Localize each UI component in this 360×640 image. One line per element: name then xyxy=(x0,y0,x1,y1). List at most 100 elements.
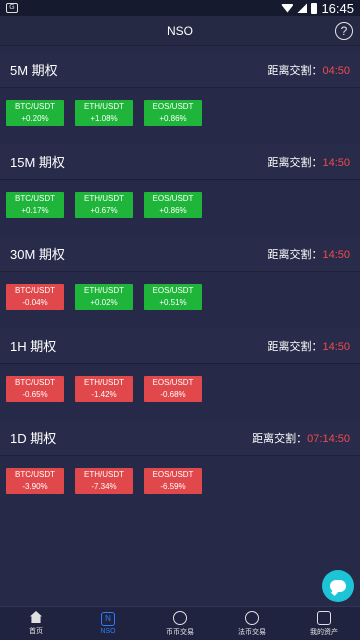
pair-change: +0.86% xyxy=(159,114,187,123)
pair-name: EOS/USDT xyxy=(152,378,194,387)
app-notification-icon: G xyxy=(6,3,18,13)
status-indicators: 16:45 xyxy=(281,1,354,16)
customer-service-chat-button[interactable] xyxy=(322,570,354,602)
signal-icon xyxy=(297,3,308,13)
pair-name: ETH/USDT xyxy=(84,102,124,111)
pair-name: ETH/USDT xyxy=(84,194,124,203)
pair-name: ETH/USDT xyxy=(84,470,124,479)
section-title: 30M 期权 xyxy=(10,247,65,262)
pair-button-btc-usdt[interactable]: BTC/USDT -0.04% xyxy=(6,284,64,310)
pair-name: ETH/USDT xyxy=(84,378,124,387)
wallet-icon xyxy=(317,610,331,625)
pair-change: -0.68% xyxy=(160,390,186,399)
pair-change: -7.34% xyxy=(91,482,117,491)
pair-change: +0.20% xyxy=(21,114,49,123)
pair-change: -0.04% xyxy=(22,298,48,307)
pair-button-eos-usdt[interactable]: EOS/USDT -0.68% xyxy=(144,376,202,402)
pair-row: BTC/USDT -0.65% ETH/USDT -1.42% EOS/USDT -0… xyxy=(0,364,360,414)
nav-label: 我的资产 xyxy=(310,628,338,636)
pair-name: EOS/USDT xyxy=(152,102,194,111)
pair-button-eth-usdt[interactable]: ETH/USDT +1.08% xyxy=(75,100,133,126)
settlement-countdown: 距离交割：07:14:50 xyxy=(252,430,350,446)
settlement-countdown: 距离交割：14:50 xyxy=(267,338,350,354)
wifi-icon xyxy=(281,3,294,13)
option-section-1h: 1H 期权 距离交割：14:50 BTC/USDT -0.65% ETH/USDT… xyxy=(0,328,360,414)
section-title: 1D 期权 xyxy=(10,431,57,446)
fiat-exchange-icon xyxy=(245,610,259,625)
section-title: 1H 期权 xyxy=(10,339,57,354)
nav-label: NSO xyxy=(100,628,116,635)
settlement-countdown: 距离交割：14:50 xyxy=(267,154,350,170)
option-section-list: 5M 期权 距离交割：04:50 BTC/USDT +0.20% ETH/USDT… xyxy=(0,52,360,512)
pair-row: BTC/USDT -3.90% ETH/USDT -7.34% EOS/USDT -6… xyxy=(0,456,360,506)
countdown-label: 距离交割： xyxy=(267,156,323,169)
nav-item-home[interactable]: 首页 xyxy=(0,607,72,640)
pair-change: -3.90% xyxy=(22,482,48,491)
countdown-label: 距离交割： xyxy=(252,432,308,445)
pair-name: BTC/USDT xyxy=(15,378,55,387)
pair-name: EOS/USDT xyxy=(152,286,194,295)
status-time: 16:45 xyxy=(321,0,354,16)
nso-icon: N xyxy=(101,612,115,626)
nav-label: 法币交易 xyxy=(238,628,266,636)
coin-exchange-icon xyxy=(173,610,187,625)
pair-name: EOS/USDT xyxy=(152,470,194,479)
nav-item-coin-exchange[interactable]: 币币交易 xyxy=(144,607,216,640)
pair-button-eos-usdt[interactable]: EOS/USDT +0.86% xyxy=(144,192,202,218)
pair-button-btc-usdt[interactable]: BTC/USDT +0.20% xyxy=(6,100,64,126)
countdown-time: 07:14:50 xyxy=(307,432,350,445)
countdown-label: 距离交割： xyxy=(267,248,323,261)
pair-row: BTC/USDT +0.20% ETH/USDT +1.08% EOS/USDT +0… xyxy=(0,88,360,138)
pair-button-eos-usdt[interactable]: EOS/USDT -6.59% xyxy=(144,468,202,494)
pair-change: +0.51% xyxy=(159,298,187,307)
pair-name: BTC/USDT xyxy=(15,470,55,479)
nav-label: 币币交易 xyxy=(166,628,194,636)
pair-change: -0.65% xyxy=(22,390,48,399)
page-title: NSO xyxy=(166,23,193,38)
chat-bubble-icon xyxy=(330,580,346,592)
section-title: 5M 期权 xyxy=(10,63,58,78)
section-header: 1D 期权 距离交割：07:14:50 xyxy=(0,420,360,456)
pair-name: BTC/USDT xyxy=(15,286,55,295)
pair-button-eth-usdt[interactable]: ETH/USDT -7.34% xyxy=(75,468,133,494)
countdown-time: 14:50 xyxy=(322,340,350,353)
home-icon xyxy=(30,611,42,623)
pair-change: +0.02% xyxy=(90,298,118,307)
nav-item-fiat-exchange[interactable]: 法币交易 xyxy=(216,607,288,640)
pair-button-btc-usdt[interactable]: BTC/USDT -0.65% xyxy=(6,376,64,402)
pair-button-btc-usdt[interactable]: BTC/USDT -3.90% xyxy=(6,468,64,494)
pair-button-eth-usdt[interactable]: ETH/USDT -1.42% xyxy=(75,376,133,402)
pair-button-eos-usdt[interactable]: EOS/USDT +0.86% xyxy=(144,100,202,126)
option-section-5m: 5M 期权 距离交割：04:50 BTC/USDT +0.20% ETH/USDT… xyxy=(0,52,360,138)
pair-button-eos-usdt[interactable]: EOS/USDT +0.51% xyxy=(144,284,202,310)
help-button[interactable]: ? xyxy=(335,22,353,40)
nav-item-nso[interactable]: N NSO xyxy=(72,607,144,640)
pair-change: +1.08% xyxy=(90,114,118,123)
pair-button-eth-usdt[interactable]: ETH/USDT +0.02% xyxy=(75,284,133,310)
settlement-countdown: 距离交割：04:50 xyxy=(267,62,350,78)
section-header: 15M 期权 距离交割：14:50 xyxy=(0,144,360,180)
app-header: NSO ? xyxy=(0,16,360,46)
countdown-time: 14:50 xyxy=(322,248,350,261)
settlement-countdown: 距离交割：14:50 xyxy=(267,246,350,262)
pair-row: BTC/USDT -0.04% ETH/USDT +0.02% EOS/USDT +0… xyxy=(0,272,360,322)
pair-name: BTC/USDT xyxy=(15,194,55,203)
section-header: 30M 期权 距离交割：14:50 xyxy=(0,236,360,272)
pair-change: +0.86% xyxy=(159,206,187,215)
option-section-15m: 15M 期权 距离交割：14:50 BTC/USDT +0.17% ETH/USD… xyxy=(0,144,360,230)
pair-change: -1.42% xyxy=(91,390,117,399)
countdown-label: 距离交割： xyxy=(267,64,323,77)
section-title: 15M 期权 xyxy=(10,155,65,170)
pair-button-btc-usdt[interactable]: BTC/USDT +0.17% xyxy=(6,192,64,218)
option-section-30m: 30M 期权 距离交割：14:50 BTC/USDT -0.04% ETH/USD… xyxy=(0,236,360,322)
battery-icon xyxy=(311,2,318,14)
countdown-label: 距离交割： xyxy=(267,340,323,353)
countdown-time: 04:50 xyxy=(322,64,350,77)
countdown-time: 14:50 xyxy=(322,156,350,169)
option-section-1d: 1D 期权 距离交割：07:14:50 BTC/USDT -3.90% ETH/U… xyxy=(0,420,360,506)
section-header: 5M 期权 距离交割：04:50 xyxy=(0,52,360,88)
nav-item-assets[interactable]: 我的资产 xyxy=(288,607,360,640)
pair-name: BTC/USDT xyxy=(15,102,55,111)
pair-button-eth-usdt[interactable]: ETH/USDT +0.67% xyxy=(75,192,133,218)
pair-change: -6.59% xyxy=(160,482,186,491)
